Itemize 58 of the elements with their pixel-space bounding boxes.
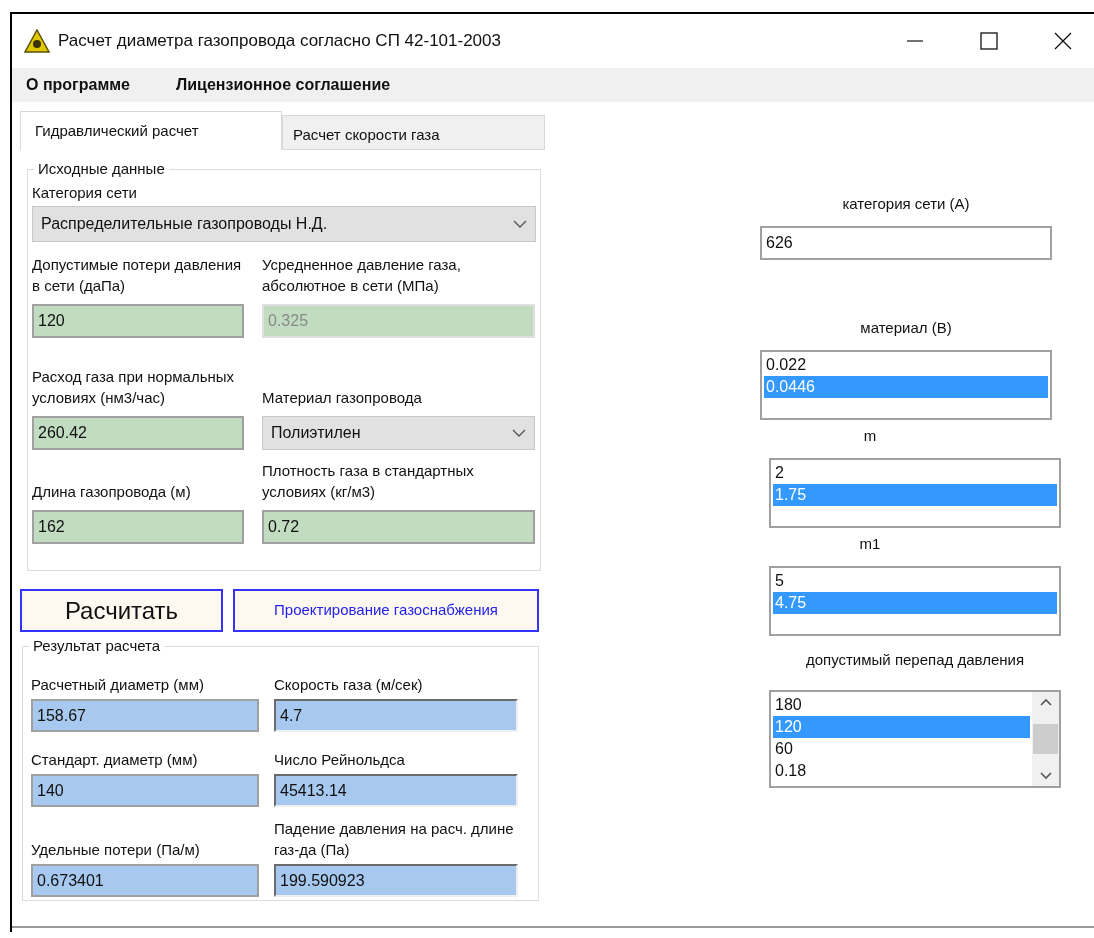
output-field: 140 [31, 774, 259, 807]
input-field[interactable]: 162 [32, 510, 244, 544]
tab[interactable]: Гидравлический расчет [20, 111, 282, 150]
scroll-up-icon[interactable] [1039, 698, 1052, 706]
list-box[interactable]: 2 1.75 [769, 458, 1061, 528]
menu-item[interactable]: О программе [26, 73, 130, 97]
material-dropdown[interactable]: Полиэтилен [262, 416, 535, 450]
output-field: 199.590923 [274, 864, 518, 897]
field-label: Допустимые потери давления в сети (даПа) [32, 255, 243, 296]
chevron-down-icon [512, 429, 526, 437]
field-label: Расчетный диаметр (мм) [31, 675, 205, 695]
output-field: 45413.14 [274, 774, 518, 807]
input-field: 0.325 [262, 304, 535, 338]
field-label: Плотность газа в стандартных условиях (кг/м3) [262, 461, 475, 502]
field-label: Усредненное давление газа, абсолютное в сети (МПа) [262, 255, 462, 296]
chevron-down-icon [513, 220, 527, 228]
maximize-icon[interactable] [980, 32, 998, 50]
field-label: Расход газа при нормальных условиях (нм3/час) [32, 367, 236, 408]
category-dropdown[interactable]: Распределительные газопроводы Н.Д. [32, 206, 536, 242]
input-field[interactable]: 0.72 [262, 510, 535, 544]
tab[interactable]: Расчет скорости газа [282, 115, 545, 150]
calculate-button[interactable]: Расчитать [20, 589, 223, 632]
field-label: Материал газопровода [262, 388, 423, 408]
field-label: m1 [858, 534, 882, 554]
list-item[interactable]: 5 [773, 570, 1057, 592]
field-label: Число Рейнольдса [274, 750, 406, 770]
field-label: допустимый перепад давления [804, 650, 1026, 670]
close-icon[interactable] [1054, 32, 1072, 50]
output-field: 158.67 [31, 699, 259, 732]
scrollbar-thumb[interactable] [1033, 724, 1058, 754]
scroll-down-icon[interactable] [1039, 772, 1052, 780]
list-box[interactable]: 5 4.75 [769, 566, 1061, 636]
input-field[interactable]: 260.42 [32, 416, 244, 450]
list-item[interactable]: 180 [773, 694, 1030, 716]
input-field[interactable]: 626 [760, 226, 1052, 260]
field-label: Удельные потери (Па/м) [31, 840, 201, 860]
field-label: категория сети (А) [841, 194, 971, 214]
menu-item[interactable]: Лицензионное соглашение [176, 73, 391, 97]
scrollbar[interactable] [1032, 692, 1059, 786]
list-item[interactable]: 0.18 [773, 760, 1030, 782]
gas-supply-design-button[interactable]: Проектирование газоснабжения [233, 589, 539, 632]
list-item[interactable]: 60 [773, 738, 1030, 760]
field-label: Падение давления на расч. длине газ-да (Па) [274, 819, 515, 860]
field-label: Категория сети [32, 183, 138, 202]
list-box[interactable]: 180 120 60 0.18 [769, 690, 1061, 788]
app-icon [24, 29, 50, 53]
list-item[interactable]: 2 [773, 462, 1057, 484]
field-label: материал (В) [859, 318, 953, 338]
field-label: Длина газопровода (м) [32, 482, 192, 502]
window-title: Расчет диаметра газопровода согласно СП 42-101-2003 [58, 30, 501, 53]
list-item[interactable]: 0.022 [764, 354, 1048, 376]
output-field: 0.673401 [31, 864, 259, 897]
field-label: Скорость газа (м/сек) [274, 675, 424, 695]
input-field[interactable]: 120 [32, 304, 244, 338]
output-field: 4.7 [274, 699, 518, 732]
field-label: m [862, 426, 878, 446]
field-label: Стандарт. диаметр (мм) [31, 750, 199, 770]
list-box[interactable]: 0.022 0.0446 [760, 350, 1052, 420]
